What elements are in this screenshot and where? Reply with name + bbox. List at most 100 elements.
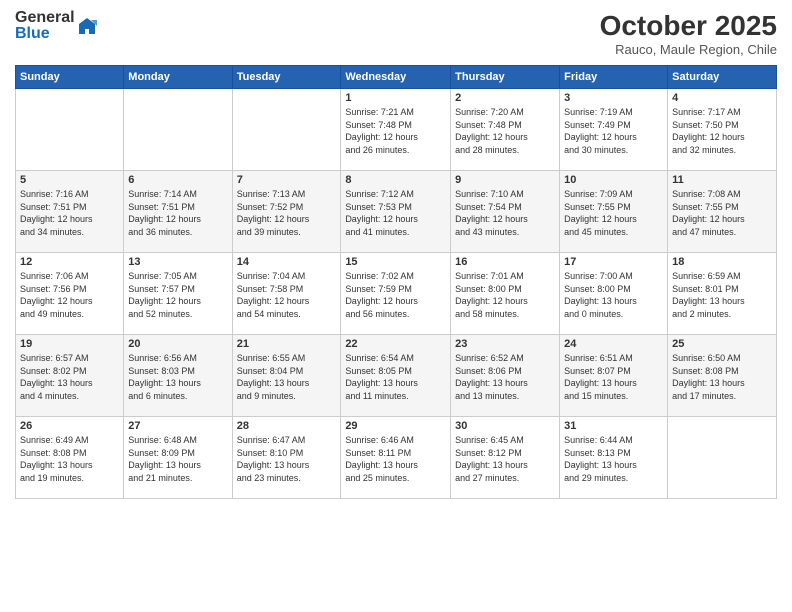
day-number: 30	[455, 420, 555, 432]
calendar-cell: 4 Sunrise: 7:17 AMSunset: 7:50 PMDaylight…	[668, 89, 777, 171]
day-number: 7	[237, 174, 337, 186]
week-row-1: 1 Sunrise: 7:21 AMSunset: 7:48 PMDaylight…	[16, 89, 777, 171]
day-info: Sunrise: 7:12 AMSunset: 7:53 PMDaylight:…	[345, 188, 446, 238]
day-number: 26	[20, 420, 119, 432]
day-number: 6	[128, 174, 227, 186]
day-number: 23	[455, 338, 555, 350]
day-number: 5	[20, 174, 119, 186]
day-number: 13	[128, 256, 227, 268]
calendar-cell: 7 Sunrise: 7:13 AMSunset: 7:52 PMDaylight…	[232, 171, 341, 253]
calendar-cell: 26 Sunrise: 6:49 AMSunset: 8:08 PMDayligh…	[16, 417, 124, 499]
header-wednesday: Wednesday	[341, 66, 451, 89]
day-info: Sunrise: 6:49 AMSunset: 8:08 PMDaylight:…	[20, 434, 119, 484]
logo: General Blue	[15, 10, 97, 42]
logo-text: General Blue	[15, 10, 75, 42]
calendar-cell: 13 Sunrise: 7:05 AMSunset: 7:57 PMDayligh…	[124, 253, 232, 335]
calendar-cell: 28 Sunrise: 6:47 AMSunset: 8:10 PMDayligh…	[232, 417, 341, 499]
day-info: Sunrise: 6:54 AMSunset: 8:05 PMDaylight:…	[345, 352, 446, 402]
day-number: 15	[345, 256, 446, 268]
calendar-cell: 10 Sunrise: 7:09 AMSunset: 7:55 PMDayligh…	[560, 171, 668, 253]
calendar-cell: 12Sunrise: 7:06 AMSunset: 7:56 PMDayligh…	[16, 253, 124, 335]
logo-blue: Blue	[15, 26, 75, 42]
calendar-cell: 27 Sunrise: 6:48 AMSunset: 8:09 PMDayligh…	[124, 417, 232, 499]
day-info: Sunrise: 6:46 AMSunset: 8:11 PMDaylight:…	[345, 434, 446, 484]
day-number: 11	[672, 174, 772, 186]
day-number: 16	[455, 256, 555, 268]
header-friday: Friday	[560, 66, 668, 89]
day-number: 25	[672, 338, 772, 350]
day-info: Sunrise: 6:47 AMSunset: 8:10 PMDaylight:…	[237, 434, 337, 484]
day-info: Sunrise: 7:21 AMSunset: 7:48 PMDaylight:…	[345, 106, 446, 156]
calendar-cell	[668, 417, 777, 499]
calendar-table: Sunday Monday Tuesday Wednesday Thursday…	[15, 65, 777, 499]
day-number: 8	[345, 174, 446, 186]
calendar-cell: 21Sunrise: 6:55 AMSunset: 8:04 PMDayligh…	[232, 335, 341, 417]
header-saturday: Saturday	[668, 66, 777, 89]
day-info: Sunrise: 6:50 AMSunset: 8:08 PMDaylight:…	[672, 352, 772, 402]
header-thursday: Thursday	[451, 66, 560, 89]
day-number: 2	[455, 92, 555, 104]
day-number: 29	[345, 420, 446, 432]
calendar-cell	[16, 89, 124, 171]
day-info: Sunrise: 7:16 AMSunset: 7:51 PMDaylight:…	[20, 188, 119, 238]
day-info: Sunrise: 7:08 AMSunset: 7:55 PMDaylight:…	[672, 188, 772, 238]
day-number: 28	[237, 420, 337, 432]
day-number: 22	[345, 338, 446, 350]
day-info: Sunrise: 7:09 AMSunset: 7:55 PMDaylight:…	[564, 188, 663, 238]
day-info: Sunrise: 6:56 AMSunset: 8:03 PMDaylight:…	[128, 352, 227, 402]
calendar-cell: 11 Sunrise: 7:08 AMSunset: 7:55 PMDayligh…	[668, 171, 777, 253]
calendar-cell: 2 Sunrise: 7:20 AMSunset: 7:48 PMDaylight…	[451, 89, 560, 171]
week-row-3: 12Sunrise: 7:06 AMSunset: 7:56 PMDayligh…	[16, 253, 777, 335]
day-number: 19	[20, 338, 119, 350]
header-sunday: Sunday	[16, 66, 124, 89]
day-number: 1	[345, 92, 446, 104]
calendar-cell: 29 Sunrise: 6:46 AMSunset: 8:11 PMDayligh…	[341, 417, 451, 499]
day-number: 4	[672, 92, 772, 104]
calendar-cell: 18Sunrise: 6:59 AMSunset: 8:01 PMDayligh…	[668, 253, 777, 335]
calendar-cell: 30 Sunrise: 6:45 AMSunset: 8:12 PMDayligh…	[451, 417, 560, 499]
title-area: October 2025 Rauco, Maule Region, Chile	[600, 10, 777, 57]
day-info: Sunrise: 7:17 AMSunset: 7:50 PMDaylight:…	[672, 106, 772, 156]
calendar-cell	[124, 89, 232, 171]
day-info: Sunrise: 7:20 AMSunset: 7:48 PMDaylight:…	[455, 106, 555, 156]
calendar-cell	[232, 89, 341, 171]
header-monday: Monday	[124, 66, 232, 89]
day-info: Sunrise: 6:51 AMSunset: 8:07 PMDaylight:…	[564, 352, 663, 402]
day-number: 10	[564, 174, 663, 186]
day-info: Sunrise: 7:00 AMSunset: 8:00 PMDaylight:…	[564, 270, 663, 320]
calendar-cell: 16Sunrise: 7:01 AMSunset: 8:00 PMDayligh…	[451, 253, 560, 335]
week-row-5: 26 Sunrise: 6:49 AMSunset: 8:08 PMDayligh…	[16, 417, 777, 499]
subtitle: Rauco, Maule Region, Chile	[600, 42, 777, 57]
day-number: 27	[128, 420, 227, 432]
calendar-cell: 24 Sunrise: 6:51 AMSunset: 8:07 PMDayligh…	[560, 335, 668, 417]
day-number: 24	[564, 338, 663, 350]
day-info: Sunrise: 7:14 AMSunset: 7:51 PMDaylight:…	[128, 188, 227, 238]
day-number: 9	[455, 174, 555, 186]
day-info: Sunrise: 7:05 AMSunset: 7:57 PMDaylight:…	[128, 270, 227, 320]
calendar-cell: 9 Sunrise: 7:10 AMSunset: 7:54 PMDaylight…	[451, 171, 560, 253]
week-row-4: 19Sunrise: 6:57 AMSunset: 8:02 PMDayligh…	[16, 335, 777, 417]
day-info: Sunrise: 7:10 AMSunset: 7:54 PMDaylight:…	[455, 188, 555, 238]
calendar-cell: 1 Sunrise: 7:21 AMSunset: 7:48 PMDaylight…	[341, 89, 451, 171]
day-info: Sunrise: 6:48 AMSunset: 8:09 PMDaylight:…	[128, 434, 227, 484]
day-info: Sunrise: 7:13 AMSunset: 7:52 PMDaylight:…	[237, 188, 337, 238]
day-number: 17	[564, 256, 663, 268]
day-info: Sunrise: 7:04 AMSunset: 7:58 PMDaylight:…	[237, 270, 337, 320]
day-info: Sunrise: 7:02 AMSunset: 7:59 PMDaylight:…	[345, 270, 446, 320]
day-number: 18	[672, 256, 772, 268]
day-number: 31	[564, 420, 663, 432]
header-row: Sunday Monday Tuesday Wednesday Thursday…	[16, 66, 777, 89]
logo-icon	[77, 16, 97, 36]
day-info: Sunrise: 6:52 AMSunset: 8:06 PMDaylight:…	[455, 352, 555, 402]
logo-general: General	[15, 10, 75, 26]
day-number: 20	[128, 338, 227, 350]
day-info: Sunrise: 6:55 AMSunset: 8:04 PMDaylight:…	[237, 352, 337, 402]
calendar-cell: 14Sunrise: 7:04 AMSunset: 7:58 PMDayligh…	[232, 253, 341, 335]
day-info: Sunrise: 6:44 AMSunset: 8:13 PMDaylight:…	[564, 434, 663, 484]
day-info: Sunrise: 6:45 AMSunset: 8:12 PMDaylight:…	[455, 434, 555, 484]
day-info: Sunrise: 7:06 AMSunset: 7:56 PMDaylight:…	[20, 270, 119, 320]
page-container: General Blue October 2025 Rauco, Maule R…	[0, 0, 792, 612]
day-number: 3	[564, 92, 663, 104]
day-info: Sunrise: 7:19 AMSunset: 7:49 PMDaylight:…	[564, 106, 663, 156]
calendar-cell: 19Sunrise: 6:57 AMSunset: 8:02 PMDayligh…	[16, 335, 124, 417]
